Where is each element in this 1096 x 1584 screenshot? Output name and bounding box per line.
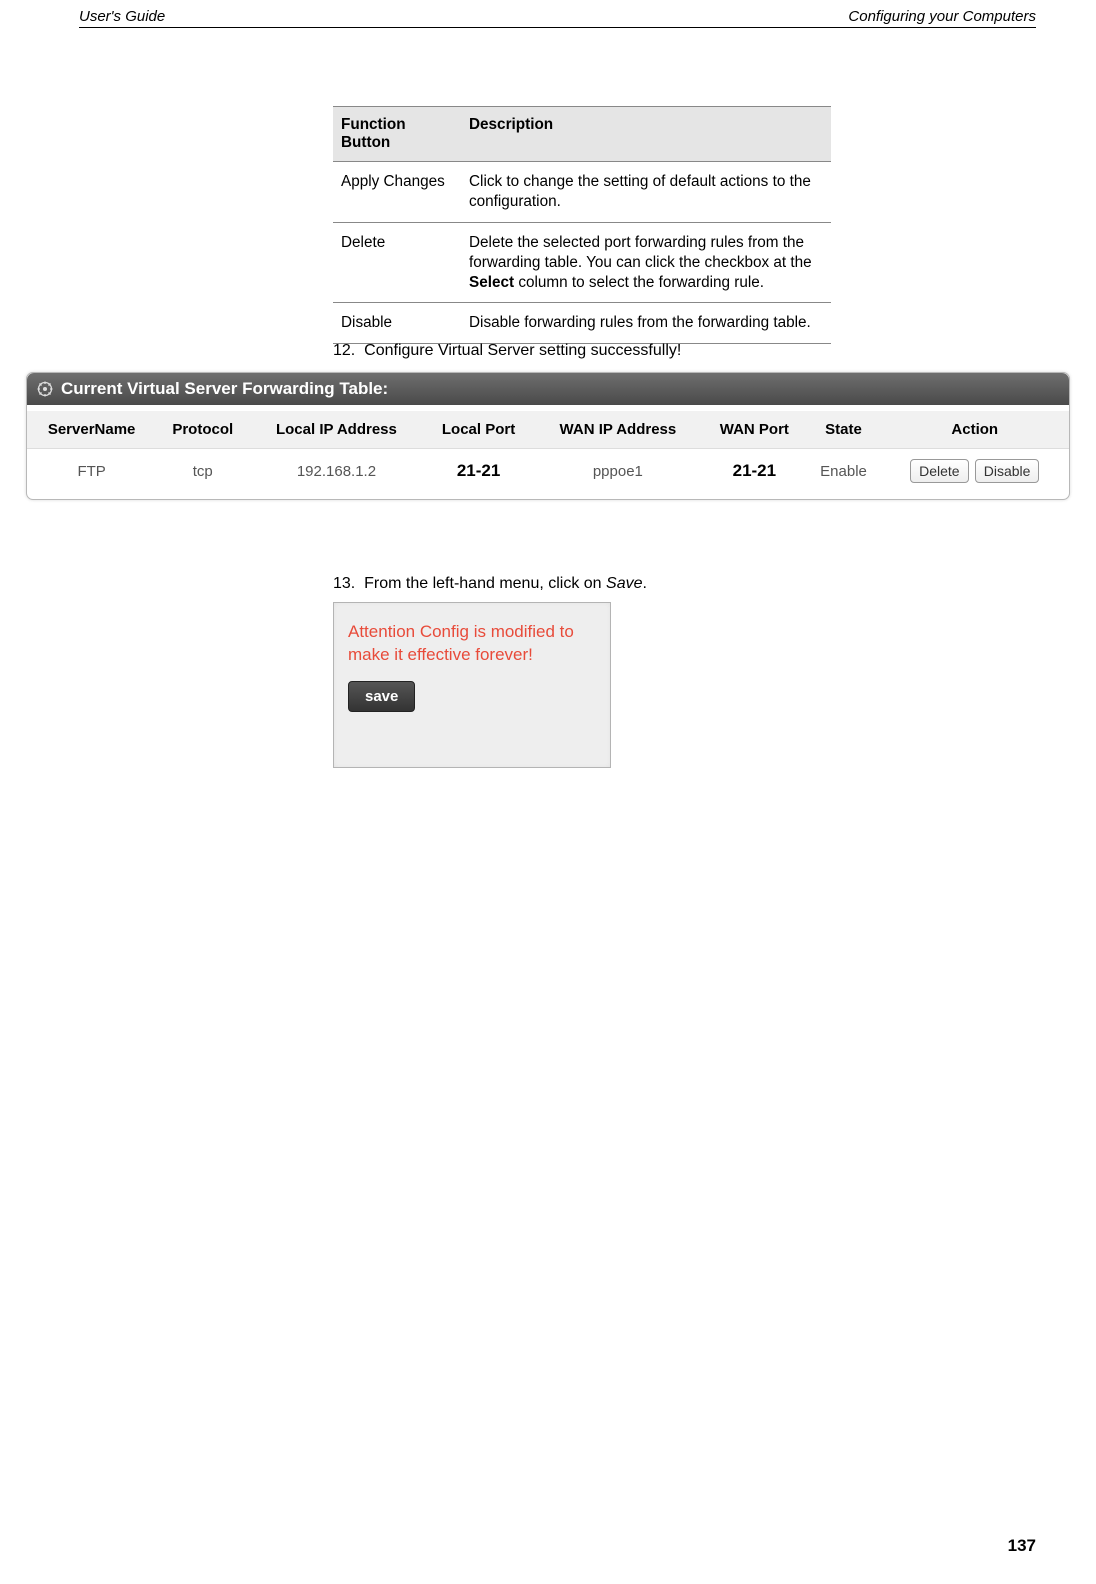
table-row: Apply Changes Click to change the settin… [333, 162, 831, 223]
panel-title-text: Current Virtual Server Forwarding Table: [61, 379, 388, 399]
vs-header-servername: ServerName [27, 411, 156, 449]
vs-cell-localip: 192.168.1.2 [249, 449, 423, 500]
vs-header-action: Action [881, 411, 1069, 449]
delete-button[interactable]: Delete [910, 459, 968, 483]
panel-title-bar: Current Virtual Server Forwarding Table: [27, 373, 1069, 405]
step-text-post: . [643, 575, 647, 592]
disable-button[interactable]: Disable [975, 459, 1040, 483]
virtual-server-panel: Current Virtual Server Forwarding Table:… [26, 372, 1070, 500]
header-right: Configuring your Computers [848, 8, 1036, 25]
table-row: FTP tcp 192.168.1.2 21-21 pppoe1 21-21 E… [27, 449, 1069, 500]
save-button[interactable]: save [348, 681, 415, 712]
step-text: Configure Virtual Server setting success… [364, 342, 681, 359]
header-left: User's Guide [79, 8, 165, 25]
vs-header-protocol: Protocol [156, 411, 249, 449]
vs-header-state: State [807, 411, 881, 449]
vs-header-wanport: WAN Port [702, 411, 806, 449]
func-button-label: Apply Changes [333, 162, 461, 223]
page-header: User's Guide Configuring your Computers [79, 8, 1036, 28]
vs-header-localip: Local IP Address [249, 411, 423, 449]
page-number: 137 [1008, 1536, 1036, 1556]
vs-header-localport: Local Port [424, 411, 534, 449]
table-row: Delete Delete the selected port forwardi… [333, 222, 831, 303]
vs-cell-wanport: 21-21 [702, 449, 806, 500]
step-text-emphasis: Save [606, 575, 642, 592]
step-13: 13. From the left-hand menu, click on Sa… [333, 575, 647, 593]
vs-header-wanip: WAN IP Address [534, 411, 703, 449]
attention-message: Attention Config is modified to make it … [348, 621, 596, 667]
step-number: 12. [333, 342, 355, 359]
table-row: Disable Disable forwarding rules from th… [333, 303, 831, 344]
func-button-desc: Click to change the setting of default a… [461, 162, 831, 223]
vs-cell-localport: 21-21 [424, 449, 534, 500]
vs-cell-state: Enable [807, 449, 881, 500]
save-panel: Attention Config is modified to make it … [333, 602, 611, 768]
func-button-desc: Delete the selected port forwarding rule… [461, 222, 831, 303]
func-button-label: Delete [333, 222, 461, 303]
func-button-label: Disable [333, 303, 461, 344]
function-button-table: Function Button Description Apply Change… [333, 106, 831, 344]
step-number: 13. [333, 575, 355, 592]
step-12: 12. Configure Virtual Server setting suc… [333, 342, 681, 360]
func-button-desc: Disable forwarding rules from the forwar… [461, 303, 831, 344]
vs-cell-wanip: pppoe1 [534, 449, 703, 500]
gear-icon [37, 381, 53, 397]
vs-cell-action: Delete Disable [881, 449, 1069, 500]
step-text-pre: From the left-hand menu, click on [364, 575, 606, 592]
virtual-server-table: ServerName Protocol Local IP Address Loc… [27, 411, 1069, 499]
vs-cell-servername: FTP [27, 449, 156, 500]
func-table-header-description: Description [461, 107, 831, 162]
func-table-header-button: Function Button [333, 107, 461, 162]
vs-cell-protocol: tcp [156, 449, 249, 500]
